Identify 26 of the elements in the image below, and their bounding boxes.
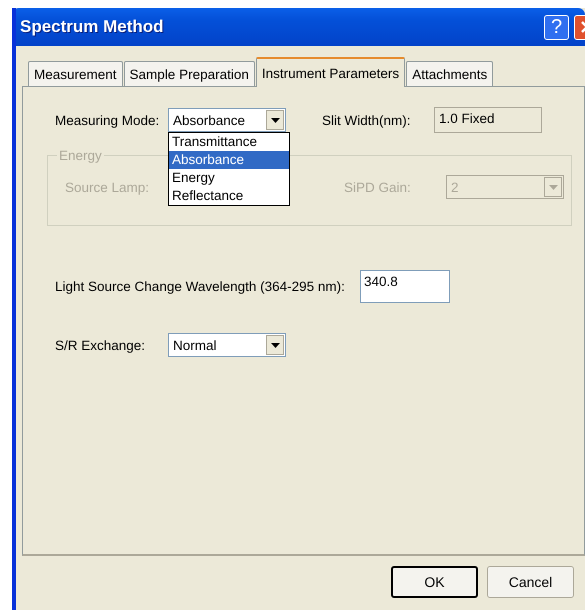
tab[interactable]: Instrument Parameters bbox=[256, 57, 406, 87]
group-title: Energy bbox=[58, 148, 103, 163]
help-button[interactable]: ? bbox=[544, 14, 569, 40]
wavelength-input[interactable]: 340.8 bbox=[360, 270, 450, 303]
field-label: Source Lamp: bbox=[65, 180, 150, 194]
dropdown-arrow-icon bbox=[548, 184, 558, 190]
slit-width-field: 1.0 Fixed bbox=[434, 107, 542, 133]
tab[interactable]: Attachments bbox=[406, 61, 494, 86]
tab[interactable]: Sample Preparation bbox=[124, 61, 255, 86]
dropdown-option[interactable]: Reflectance bbox=[169, 187, 289, 205]
dialog-button[interactable]: OK bbox=[391, 566, 478, 598]
tab[interactable]: Measurement bbox=[28, 61, 123, 86]
dropdown-option[interactable]: Absorbance bbox=[169, 151, 289, 169]
field-label: Slit Width(nm): bbox=[322, 112, 412, 128]
field-label: Light Source Change Wavelength (364-295 nm): bbox=[55, 279, 346, 294]
window-title: Spectrum Method bbox=[20, 17, 165, 37]
field-label: SiPD Gain: bbox=[344, 180, 412, 194]
dropdown-option[interactable]: Energy bbox=[169, 169, 289, 187]
dropdown-arrow-icon bbox=[270, 342, 280, 348]
field-label: Measuring Mode: bbox=[55, 112, 160, 128]
field-label: S/R Exchange: bbox=[55, 338, 146, 352]
dropdown-arrow-icon bbox=[270, 118, 280, 122]
dialog-button[interactable]: Cancel bbox=[487, 566, 574, 598]
sr-exchange-dropdown[interactable]: Normal bbox=[168, 333, 286, 357]
measuring-mode-dropdown[interactable]: Absorbance bbox=[168, 108, 286, 132]
dropdown-option[interactable]: Transmittance bbox=[169, 133, 289, 151]
